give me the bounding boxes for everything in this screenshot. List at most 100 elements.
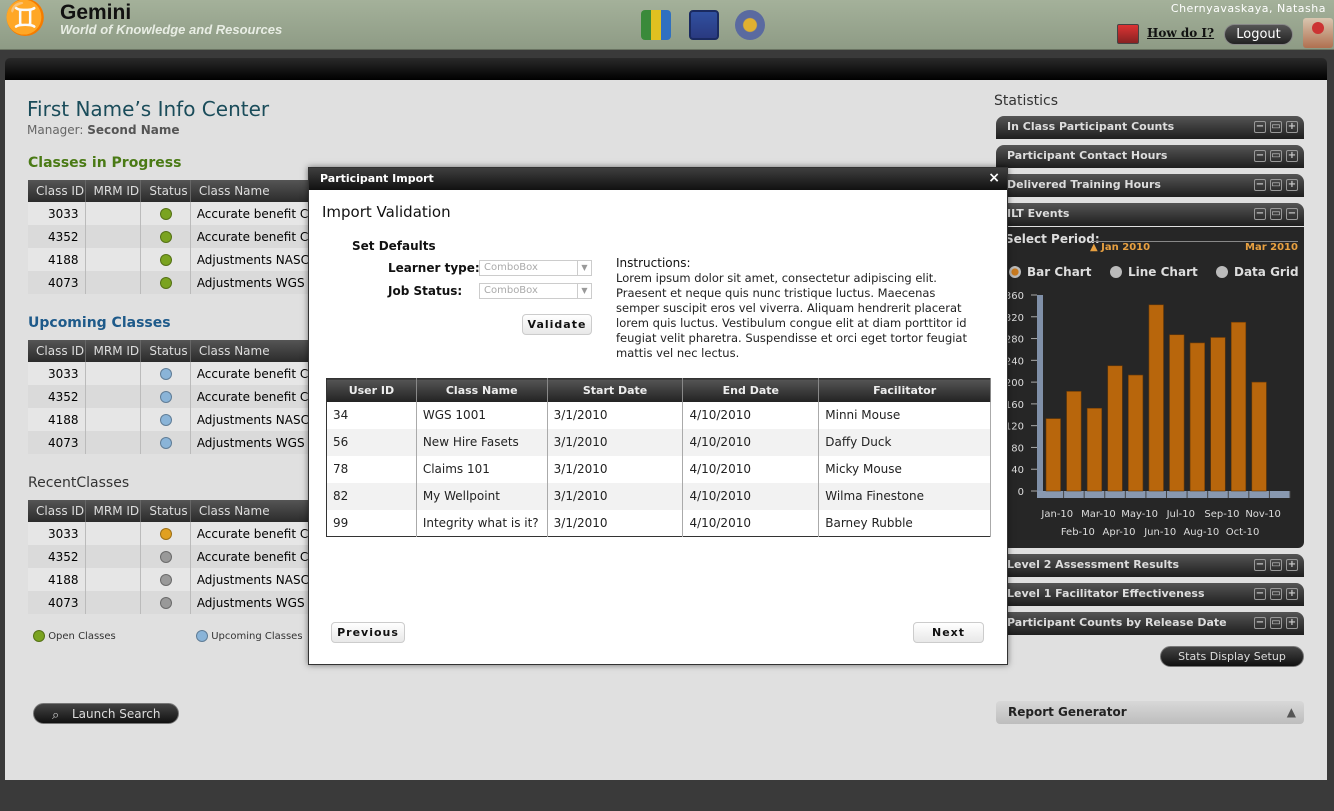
column-header[interactable]: Class Name: [190, 500, 311, 522]
chevron-down-icon[interactable]: ▼: [577, 261, 591, 275]
table-row[interactable]: 4073 Adjustments WGS: [28, 591, 311, 614]
restore-icon[interactable]: ▭: [1270, 559, 1282, 571]
table-row[interactable]: 4073 Adjustments WGS: [28, 271, 311, 294]
period-start-handle[interactable]: ▲ Jan 2010: [1090, 242, 1150, 253]
restore-icon[interactable]: ▭: [1270, 208, 1282, 220]
column-header[interactable]: User ID: [326, 378, 417, 402]
how-do-i-link[interactable]: How do I?: [1147, 26, 1214, 40]
class-name-cell: Accurate benefit C: [190, 225, 311, 248]
expand-icon[interactable]: +: [1286, 121, 1298, 133]
stats-panel-header[interactable]: Level 2 Assessment Results − ▭ +: [996, 554, 1304, 577]
previous-button[interactable]: Previous: [331, 622, 405, 643]
table-header-row: Class ID MRM ID Status Class Name: [28, 340, 311, 362]
manager-line: Manager: Second Name: [27, 123, 180, 137]
column-header[interactable]: MRM ID: [85, 340, 142, 362]
job-status-combobox[interactable]: ComboBox ▼: [479, 283, 592, 299]
radio-data-grid-label: Data Grid: [1234, 265, 1299, 279]
calendar-icon[interactable]: [689, 10, 719, 40]
table-row[interactable]: 4073 Adjustments WGS: [28, 431, 311, 454]
table-row[interactable]: 4352 Accurate benefit C: [28, 225, 311, 248]
column-header[interactable]: Status: [140, 180, 191, 202]
shield-icon[interactable]: [735, 10, 765, 40]
mrm-id-cell: [85, 225, 142, 248]
legend-open: Open Classes: [33, 630, 116, 642]
minimize-icon[interactable]: −: [1254, 208, 1266, 220]
stats-panel-header[interactable]: Level 1 Facilitator Effectiveness − ▭ +: [996, 583, 1304, 606]
table-row[interactable]: 34 WGS 1001 3/1/2010 4/10/2010 Minni Mouse: [326, 401, 991, 429]
stats-panel-header[interactable]: ILT Events − ▭ −: [996, 203, 1304, 226]
launch-search-button[interactable]: ⌕ Launch Search: [33, 703, 179, 724]
class-name-cell: Accurate benefit C: [190, 202, 311, 225]
table-row[interactable]: 4352 Accurate benefit C: [28, 385, 311, 408]
table-row[interactable]: 56 New Hire Fasets 3/1/2010 4/10/2010 Daffy …: [326, 428, 991, 456]
expand-icon[interactable]: +: [1286, 150, 1298, 162]
help-book-icon[interactable]: [1117, 24, 1139, 44]
restore-icon[interactable]: ▭: [1270, 179, 1282, 191]
logout-button[interactable]: Logout: [1224, 24, 1293, 45]
column-header[interactable]: Class ID: [28, 180, 86, 202]
minimize-icon[interactable]: −: [1254, 588, 1266, 600]
column-header[interactable]: Status: [140, 500, 191, 522]
learner-type-combobox[interactable]: ComboBox ▼: [479, 260, 592, 276]
report-generator-panel[interactable]: Report Generator ▲: [996, 701, 1304, 724]
radio-bar-chart[interactable]: Bar Chart: [1009, 265, 1091, 279]
expand-icon[interactable]: +: [1286, 179, 1298, 191]
chevron-down-icon[interactable]: ▼: [577, 284, 591, 298]
table-cell: 4/10/2010: [682, 401, 820, 429]
x-axis-strip: [1037, 491, 1290, 498]
stats-display-setup-button[interactable]: Stats Display Setup: [1160, 646, 1304, 667]
minimize-icon[interactable]: −: [1254, 559, 1266, 571]
restore-icon[interactable]: ▭: [1270, 617, 1282, 629]
bar-Aug-10: [1189, 342, 1205, 492]
next-button[interactable]: Next: [913, 622, 984, 643]
open-dot-icon: [33, 630, 45, 642]
instructions-text: Lorem ipsum dolor sit amet, consectetur …: [616, 271, 967, 360]
column-header[interactable]: Class ID: [28, 500, 86, 522]
table-row[interactable]: 3033 Accurate benefit C: [28, 362, 311, 385]
user-avatar-icon[interactable]: [1303, 18, 1333, 48]
column-header[interactable]: MRM ID: [85, 180, 142, 202]
column-header[interactable]: Class ID: [28, 340, 86, 362]
column-header[interactable]: Status: [140, 340, 191, 362]
restore-icon[interactable]: ▭: [1270, 588, 1282, 600]
expand-icon[interactable]: +: [1286, 617, 1298, 629]
column-header[interactable]: Class Name: [190, 340, 311, 362]
page-title: First Name’s Info Center: [27, 97, 270, 121]
column-header[interactable]: Class Name: [190, 180, 311, 202]
radio-line-chart[interactable]: Line Chart: [1110, 265, 1198, 279]
table-row[interactable]: 82 My Wellpoint 3/1/2010 4/10/2010 Wilma Fin…: [326, 482, 991, 510]
stats-panel-header[interactable]: Participant Counts by Release Date − ▭ +: [996, 612, 1304, 635]
minimize-icon[interactable]: −: [1254, 617, 1266, 629]
column-header[interactable]: End Date: [682, 378, 820, 402]
minimize-icon[interactable]: −: [1254, 179, 1266, 191]
expand-icon[interactable]: +: [1286, 559, 1298, 571]
table-row[interactable]: 4188 Adjustments NASC: [28, 408, 311, 431]
close-icon[interactable]: ×: [988, 168, 1000, 189]
table-row[interactable]: 4352 Accurate benefit C: [28, 545, 311, 568]
stats-panel-header[interactable]: Participant Contact Hours − ▭ +: [996, 145, 1304, 168]
table-row[interactable]: 99 Integrity what is it? 3/1/2010 4/10/2010…: [326, 509, 991, 537]
restore-icon[interactable]: ▭: [1270, 121, 1282, 133]
column-header[interactable]: Start Date: [547, 378, 684, 402]
table-row[interactable]: 3033 Accurate benefit C: [28, 522, 311, 545]
table-row[interactable]: 4188 Adjustments NASC: [28, 248, 311, 271]
column-header[interactable]: Facilitator: [818, 378, 991, 402]
collapse-icon[interactable]: −: [1286, 208, 1298, 220]
stats-panel-header[interactable]: In Class Participant Counts − ▭ +: [996, 116, 1304, 139]
minimize-icon[interactable]: −: [1254, 121, 1266, 133]
column-header[interactable]: MRM ID: [85, 500, 142, 522]
minimize-icon[interactable]: −: [1254, 150, 1266, 162]
stats-panel-header[interactable]: Delivered Training Hours − ▭ +: [996, 174, 1304, 197]
table-row[interactable]: 3033 Accurate benefit C: [28, 202, 311, 225]
expand-icon[interactable]: +: [1286, 588, 1298, 600]
period-end-handle[interactable]: Mar 2010: [1245, 242, 1298, 253]
table-row[interactable]: 4188 Adjustments NASC: [28, 568, 311, 591]
column-header[interactable]: Class Name: [416, 378, 548, 402]
mrm-id-cell: [85, 202, 142, 225]
table-row[interactable]: 78 Claims 101 3/1/2010 4/10/2010 Micky Mouse: [326, 455, 991, 483]
expand-triangle-icon[interactable]: ▲: [1287, 701, 1296, 723]
radio-data-grid[interactable]: Data Grid: [1216, 265, 1299, 279]
validate-button[interactable]: Validate: [522, 314, 592, 335]
books-icon[interactable]: [641, 10, 671, 40]
restore-icon[interactable]: ▭: [1270, 150, 1282, 162]
